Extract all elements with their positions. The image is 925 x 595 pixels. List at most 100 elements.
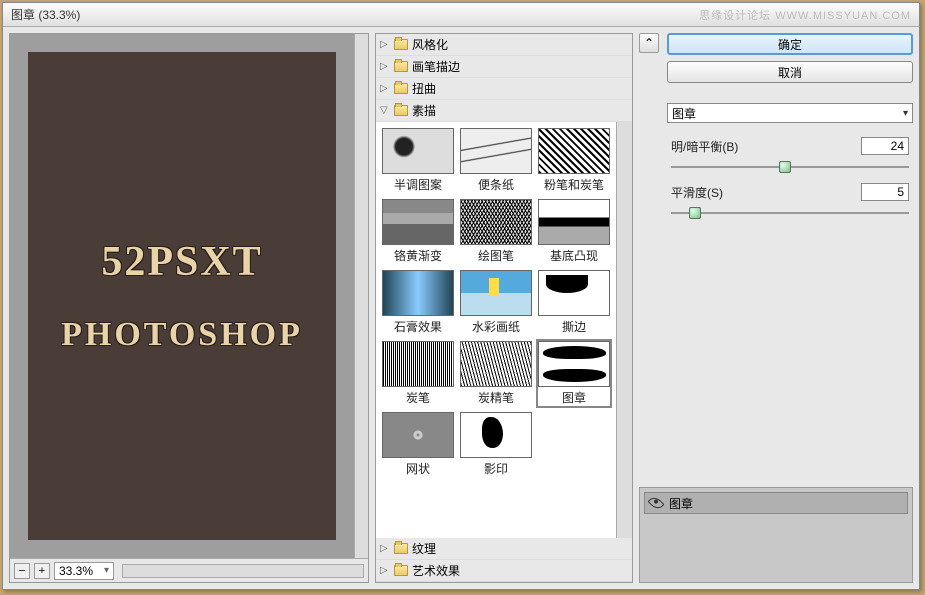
param-2-label: 平滑度(S)	[671, 184, 723, 201]
thumb-label: 粉笔和炭笔	[544, 176, 604, 193]
thumb-13[interactable]: 影印	[458, 410, 534, 479]
thumb-image	[382, 128, 454, 174]
cancel-label: 取消	[778, 64, 802, 81]
folder-icon	[394, 105, 408, 116]
param-2-input[interactable]	[861, 183, 909, 201]
effect-layers-panel: 图章	[639, 487, 913, 583]
eye-icon[interactable]	[648, 495, 665, 512]
slider-thumb[interactable]	[689, 207, 701, 219]
param-1-slider[interactable]	[671, 159, 909, 175]
thumb-label: 铬黄渐变	[394, 247, 442, 264]
thumb-label: 炭笔	[406, 389, 430, 406]
thumb-image	[460, 270, 532, 316]
thumb-9[interactable]: 炭笔	[380, 339, 456, 408]
slider-thumb[interactable]	[779, 161, 791, 173]
param-1-label: 明/暗平衡(B)	[671, 138, 738, 155]
cancel-button[interactable]: 取消	[667, 61, 913, 83]
thumb-image	[538, 270, 610, 316]
preview-panel: 52PSXT PHOTOSHOP − + 33.3% ▾	[9, 33, 369, 583]
triangle-right-icon: ▷	[380, 543, 390, 554]
folder-1[interactable]: ▷ 画笔描边	[376, 56, 632, 78]
thumb-0[interactable]: 半调图案	[380, 126, 456, 195]
thumb-image	[460, 412, 532, 458]
thumb-label: 水彩画纸	[472, 318, 520, 335]
zoom-out-button[interactable]: −	[14, 563, 30, 579]
thumb-image	[538, 128, 610, 174]
folder-5[interactable]: ▷ 艺术效果	[376, 560, 632, 582]
thumb-6[interactable]: 石膏效果	[380, 268, 456, 337]
param-1-input[interactable]	[861, 137, 909, 155]
preview-text-2: PHOTOSHOP	[61, 316, 303, 354]
thumb-2[interactable]: 粉笔和炭笔	[536, 126, 612, 195]
folder-icon	[394, 565, 408, 576]
controls-panel: ⌃ 确定 取消 图章 ▾ 明/暗平衡(	[639, 33, 913, 583]
thumb-label: 石膏效果	[394, 318, 442, 335]
folder-2[interactable]: ▷ 扭曲	[376, 78, 632, 100]
triangle-right-icon: ▷	[380, 83, 390, 94]
preview-scrollbar-vertical[interactable]	[354, 34, 368, 558]
thumb-image	[382, 341, 454, 387]
thumb-label: 绘图笔	[478, 247, 514, 264]
thumb-10[interactable]: 炭精笔	[458, 339, 534, 408]
filter-scrollbar[interactable]	[616, 122, 632, 538]
window-title: 图章 (33.3%)	[11, 6, 80, 23]
folder-icon	[394, 543, 408, 554]
param-2-slider[interactable]	[671, 205, 909, 221]
thumb-8[interactable]: 撕边	[536, 268, 612, 337]
preview-scrollbar-horizontal[interactable]	[122, 564, 364, 578]
ok-label: 确定	[778, 36, 802, 53]
triangle-down-icon: ▽	[380, 105, 390, 116]
content: 52PSXT PHOTOSHOP − + 33.3% ▾ ▷风格化▷画笔描边▷扭…	[3, 27, 919, 589]
thumb-7[interactable]: 水彩画纸	[458, 268, 534, 337]
zoom-in-button[interactable]: +	[34, 563, 50, 579]
thumb-1[interactable]: 便条纸	[458, 126, 534, 195]
chevron-double-icon: ⌃	[644, 36, 654, 50]
thumb-label: 炭精笔	[478, 389, 514, 406]
thumb-3[interactable]: 铬黄渐变	[380, 197, 456, 266]
watermark: 思缘设计论坛 WWW.MISSYUAN.COM	[699, 7, 911, 23]
folder-icon	[394, 61, 408, 72]
folder-label: 风格化	[412, 36, 448, 53]
folder-3[interactable]: ▽ 素描	[376, 100, 632, 122]
thumb-label: 撕边	[562, 318, 586, 335]
folder-label: 艺术效果	[412, 562, 460, 579]
filter-gallery-window: 图章 (33.3%) 思缘设计论坛 WWW.MISSYUAN.COM 52PSX…	[2, 2, 920, 590]
effect-layer-row[interactable]: 图章	[644, 492, 908, 514]
thumb-image	[382, 412, 454, 458]
filter-dropdown[interactable]: 图章 ▾	[667, 103, 913, 123]
folder-icon	[394, 83, 408, 94]
folder-0[interactable]: ▷风格化	[376, 34, 632, 56]
collapse-button[interactable]: ⌃	[639, 33, 659, 53]
thumb-label: 影印	[484, 460, 508, 477]
filter-tree-panel: ▷风格化▷画笔描边▷扭曲▽素描 半调图案便条纸粉笔和炭笔铬黄渐变绘图笔基底凸现石…	[375, 33, 633, 583]
folder-4[interactable]: ▷ 纹理	[376, 538, 632, 560]
thumb-4[interactable]: 绘图笔	[458, 197, 534, 266]
thumb-image	[460, 128, 532, 174]
ok-button[interactable]: 确定	[667, 33, 913, 55]
chevron-down-icon: ▾	[903, 108, 908, 119]
thumb-12[interactable]: 网状	[380, 410, 456, 479]
folder-label: 画笔描边	[412, 58, 460, 75]
thumb-image	[382, 199, 454, 245]
thumb-label: 基底凸现	[550, 247, 598, 264]
thumb-label: 图章	[562, 389, 586, 406]
thumb-5[interactable]: 基底凸现	[536, 197, 612, 266]
triangle-right-icon: ▷	[380, 565, 390, 576]
thumb-image	[538, 341, 610, 387]
thumb-label: 网状	[406, 460, 430, 477]
thumb-label: 便条纸	[478, 176, 514, 193]
thumb-image	[460, 341, 532, 387]
thumb-image	[460, 199, 532, 245]
folder-icon	[394, 39, 408, 50]
preview-image: 52PSXT PHOTOSHOP	[28, 52, 336, 540]
folder-label: 扭曲	[412, 80, 436, 97]
folder-label: 素描	[412, 102, 436, 119]
chevron-down-icon[interactable]: ▾	[104, 565, 109, 576]
triangle-right-icon: ▷	[380, 61, 390, 72]
dropdown-value: 图章	[672, 105, 696, 122]
zoom-field[interactable]: 33.3% ▾	[54, 562, 114, 580]
folder-label: 纹理	[412, 540, 436, 557]
thumb-11[interactable]: 图章	[536, 339, 612, 408]
preview-canvas[interactable]: 52PSXT PHOTOSHOP	[10, 34, 354, 558]
thumbs-container[interactable]: 半调图案便条纸 粉笔和炭笔铬黄渐变 绘图笔 基底凸现石膏效果 水彩画纸 撕边炭笔 炭精笔 图章…	[376, 122, 616, 538]
